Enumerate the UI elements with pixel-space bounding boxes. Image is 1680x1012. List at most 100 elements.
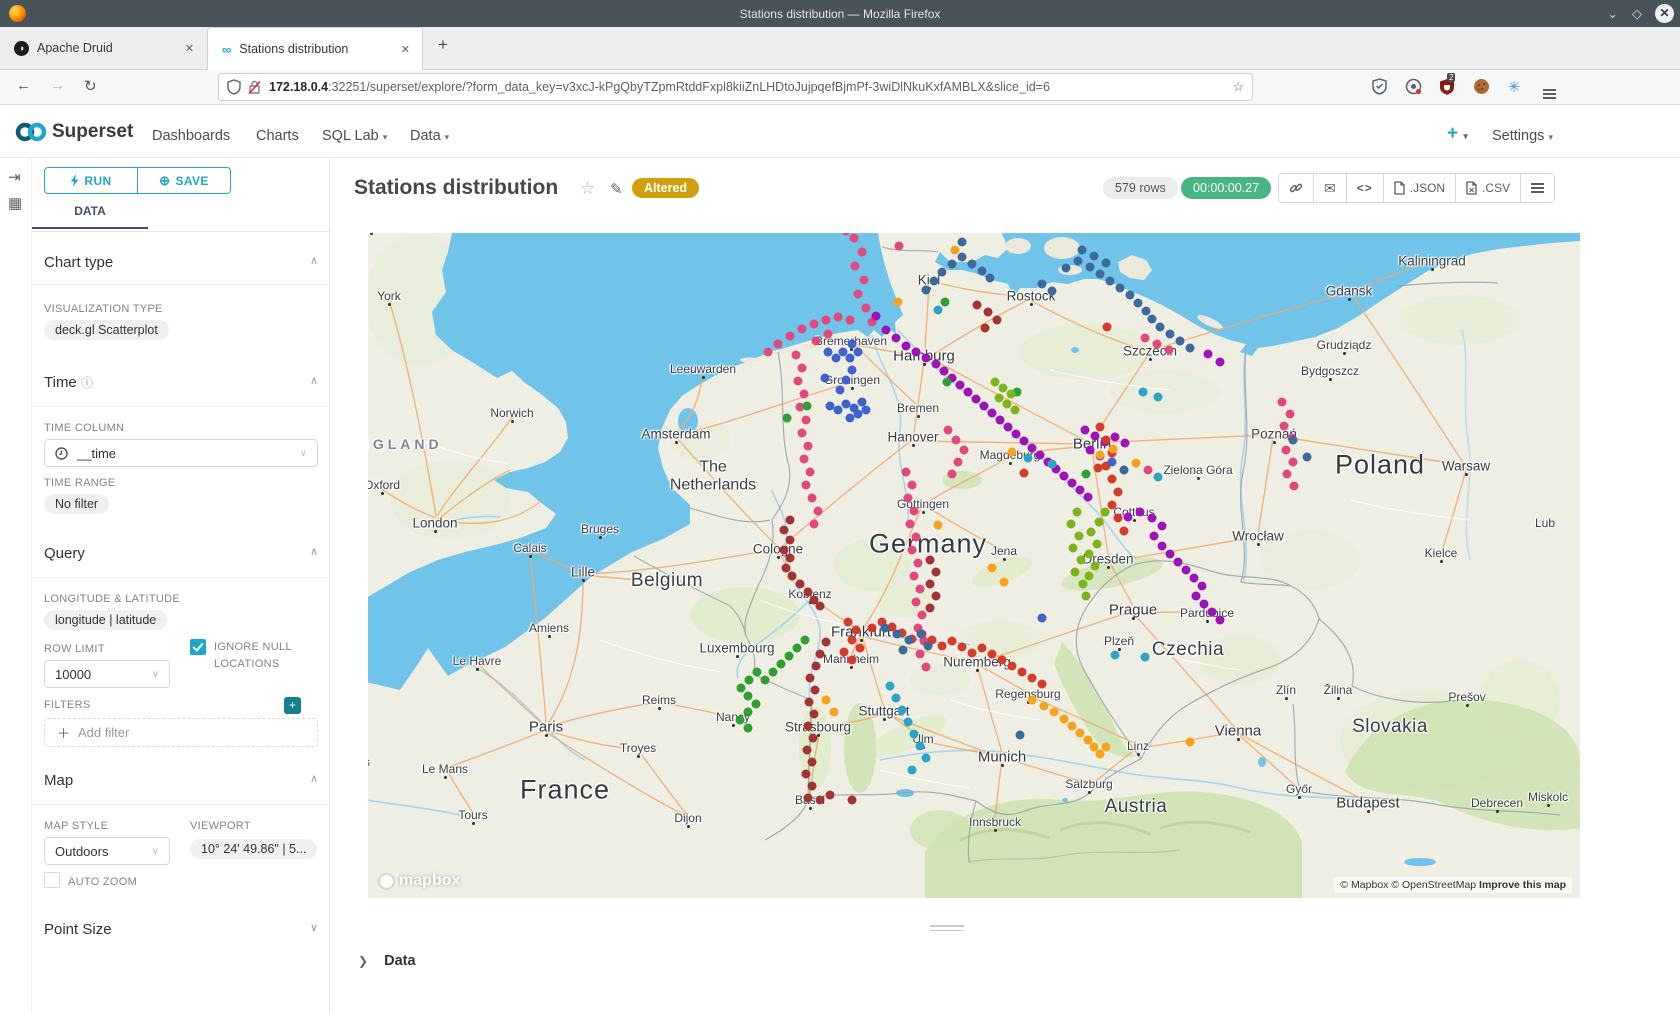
menu-icon	[1531, 187, 1544, 189]
chevron-down-icon[interactable]: ⌄	[1607, 4, 1618, 23]
station-dot-pink	[808, 494, 817, 503]
menu-icon[interactable]	[1540, 82, 1558, 100]
url-bar[interactable]: 172.18.0.4 :32251/superset/explore/?form…	[218, 73, 1253, 101]
station-dot-orange	[1076, 729, 1085, 738]
mapbox-logo[interactable]: mapbox	[378, 872, 460, 890]
station-dot-steel-blue	[905, 636, 914, 645]
viewport-value[interactable]: 10° 24' 49.86" | 5...	[190, 839, 317, 859]
tab-stations-distribution[interactable]: ∞ Stations distribution ✕	[207, 27, 423, 70]
export-csv-button[interactable]: .CSV	[1456, 174, 1521, 202]
station-dot-purple	[922, 354, 931, 363]
nav-charts[interactable]: Charts	[256, 128, 299, 144]
station-dot-lime	[1007, 390, 1016, 399]
lonlat-value[interactable]: longitude | latitude	[44, 610, 167, 630]
back-icon[interactable]: ←	[16, 77, 31, 94]
pocket-shield-icon[interactable]	[1370, 78, 1388, 96]
link-icon	[1289, 181, 1303, 195]
viz-type-value[interactable]: deck.gl Scatterplot	[44, 320, 169, 340]
map-attribution[interactable]: © Mapbox © OpenStreetMap Improve this ma…	[1334, 877, 1572, 893]
section-chart-type[interactable]: Chart type∧	[44, 254, 318, 271]
run-button[interactable]: RUN	[45, 168, 137, 193]
ublock-icon[interactable]: 2	[1438, 78, 1456, 96]
more-menu-button[interactable]	[1521, 174, 1554, 202]
section-time[interactable]: Time ⓘ ∧	[44, 374, 318, 391]
tab-apache-druid[interactable]: ◑ Apache Druid ✕	[0, 27, 206, 69]
favorite-star-icon[interactable]: ☆	[580, 179, 595, 199]
map-style-label: MAP STYLE	[44, 820, 108, 832]
time-column-select[interactable]: __time∨	[44, 439, 318, 467]
deckgl-map[interactable]: on TyneYorkNorwichENGLANDOxfordLondonCal…	[368, 233, 1580, 898]
brand-name[interactable]: Superset	[52, 121, 133, 143]
close-tab-icon[interactable]: ✕	[401, 43, 410, 56]
station-dot-orange	[1060, 715, 1069, 724]
nav-data[interactable]: Data ▾	[410, 128, 449, 144]
collapse-panel-icon[interactable]: ⇥	[8, 168, 21, 186]
asterisk-extension-icon[interactable]: ✳	[1505, 78, 1523, 96]
add-new-button[interactable]: + ▾	[1447, 123, 1468, 145]
altered-badge[interactable]: Altered	[632, 178, 699, 198]
station-dot-darkred	[981, 324, 990, 333]
station-dot-royal-blue	[846, 354, 855, 363]
station-dot-green	[744, 724, 753, 733]
station-dot-pink	[800, 455, 809, 464]
station-dot-pink	[1144, 466, 1153, 475]
close-tab-icon[interactable]: ✕	[185, 42, 194, 55]
bookmark-star-icon[interactable]: ☆	[1232, 79, 1244, 95]
station-dot-pink	[800, 390, 809, 399]
station-dot-steel-blue	[1102, 259, 1111, 268]
station-dot-pink	[851, 262, 860, 271]
reload-icon[interactable]: ↻	[84, 77, 97, 95]
station-dot-royal-blue	[824, 348, 833, 357]
section-point-size[interactable]: Point Size∨	[44, 921, 318, 938]
station-dot-purple	[1192, 592, 1201, 601]
lock-insecure-icon[interactable]	[248, 80, 261, 95]
copy-link-button[interactable]	[1279, 174, 1314, 202]
station-dot-crimson	[978, 644, 987, 653]
nav-sql-lab[interactable]: SQL Lab ▾	[322, 128, 387, 144]
data-collapse-panel[interactable]: ❯ Data	[358, 953, 416, 969]
add-filter-plus-button[interactable]: +	[284, 697, 301, 714]
auto-zoom-checkbox[interactable]	[44, 872, 60, 888]
new-tab-button[interactable]: +	[438, 35, 448, 55]
station-dot-purple	[972, 395, 981, 404]
station-dot-crimson	[1108, 501, 1117, 510]
time-range-value[interactable]: No filter	[44, 494, 109, 514]
station-dot-pink	[1289, 458, 1298, 467]
station-dot-purple	[1148, 514, 1157, 523]
station-dot-green	[737, 684, 746, 693]
station-dot-pink	[774, 340, 783, 349]
row-limit-select[interactable]: 10000∨	[44, 660, 170, 688]
section-query[interactable]: Query∧	[44, 545, 318, 562]
dataset-grid-icon[interactable]: ▦	[8, 194, 22, 212]
station-dot-crimson	[998, 656, 1007, 665]
export-json-button[interactable]: .JSON	[1384, 174, 1456, 202]
add-filter-input[interactable]: ＋ Add filter	[44, 718, 318, 747]
embed-code-button[interactable]: <>	[1347, 174, 1384, 202]
station-dot-steel-blue	[958, 253, 967, 262]
shield-icon[interactable]	[227, 79, 241, 95]
station-dot-pink	[1283, 470, 1292, 479]
ignore-null-checkbox[interactable]	[190, 639, 206, 655]
settings-menu[interactable]: Settings ▾	[1492, 128, 1553, 144]
chevron-up-icon: ∧	[310, 772, 318, 785]
cookie-icon[interactable]	[1472, 78, 1490, 96]
save-button[interactable]: ⊕ SAVE	[137, 168, 230, 193]
tab-data[interactable]: DATA	[32, 204, 148, 229]
edit-title-icon[interactable]: ✎	[610, 180, 623, 198]
station-dot-purple	[1216, 358, 1225, 367]
close-window-button[interactable]: ✕	[1655, 4, 1674, 23]
station-dot-pink	[922, 663, 931, 672]
station-dot-purple	[1068, 479, 1077, 488]
resize-handle[interactable]	[930, 925, 964, 934]
nav-dashboards[interactable]: Dashboards	[152, 128, 230, 144]
station-dot-darkred	[848, 796, 857, 805]
mask-icon[interactable]	[1404, 78, 1422, 96]
restore-icon[interactable]: ◇	[1632, 4, 1642, 23]
forward-icon[interactable]: →	[50, 77, 65, 94]
section-map[interactable]: Map∧	[44, 772, 318, 789]
chevron-up-icon: ∧	[310, 545, 318, 558]
email-button[interactable]: ✉	[1314, 174, 1347, 202]
chevron-down-icon: ∨	[300, 448, 307, 459]
map-style-select[interactable]: Outdoors∨	[44, 837, 170, 865]
station-dot-steel-blue	[986, 274, 995, 283]
